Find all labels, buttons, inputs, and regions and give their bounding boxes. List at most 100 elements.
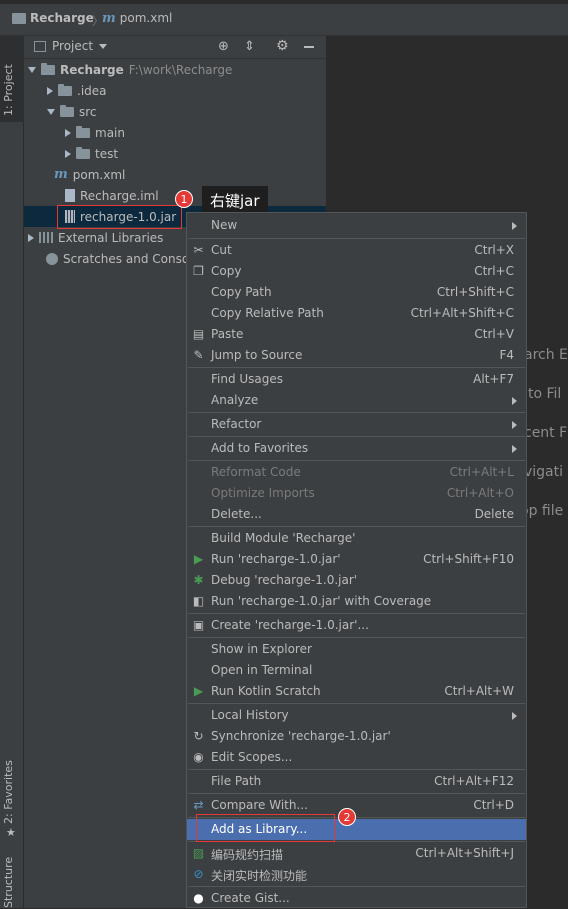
gear-icon[interactable]: ⚙	[276, 38, 289, 54]
menu-shortcut: Ctrl+Alt+L	[449, 465, 514, 479]
menu-item-file-path[interactable]: File Path Ctrl+Alt+F12	[187, 771, 526, 792]
github-icon: ●	[193, 891, 204, 905]
coverage-icon: ◧	[192, 594, 205, 608]
context-menu: New ✂ Cut Ctrl+X ❐ Copy Ctrl+C Copy Path…	[186, 212, 527, 908]
menu-item-edit-scopes[interactable]: ◉ Edit Scopes...	[187, 747, 526, 768]
tree-row-pom[interactable]: m pom.xml	[54, 164, 125, 185]
menu-item-refactor[interactable]: Refactor	[187, 414, 526, 435]
menu-label: Synchronize 'recharge-1.0.jar'	[211, 729, 391, 743]
maven-icon: m	[102, 10, 116, 26]
tree-src-label: src	[79, 104, 97, 119]
menu-separator	[188, 367, 525, 368]
menu-item-compare-with[interactable]: ⇄ Compare With... Ctrl+D	[187, 795, 526, 816]
scopes-icon: ◉	[193, 750, 204, 764]
folder-icon	[76, 125, 90, 138]
menu-label: Open in Terminal	[211, 663, 313, 677]
menu-item-create-gist[interactable]: ● Create Gist...	[187, 888, 526, 909]
menu-separator	[188, 769, 525, 770]
menu-shortcut: F4	[499, 348, 514, 362]
menu-shortcut: Ctrl+Alt+Shift+C	[410, 306, 514, 320]
compare-arrows-icon: ⇄	[193, 798, 204, 812]
structure-tool-label[interactable]: Structure	[2, 857, 15, 908]
menu-shortcut: Ctrl+C	[474, 264, 514, 278]
project-view-selector[interactable]: Project	[52, 39, 108, 53]
menu-item-run-kotlin-scratch[interactable]: ▶ Run Kotlin Scratch Ctrl+Alt+W	[187, 681, 526, 702]
menu-item-synchronize[interactable]: ↻ Synchronize 'recharge-1.0.jar'	[187, 726, 526, 747]
locate-icon[interactable]: ⊕	[218, 39, 229, 54]
tree-row-iml[interactable]: Recharge.iml	[65, 185, 159, 206]
menu-item-find-usages[interactable]: Find Usages Alt+F7	[187, 369, 526, 390]
menu-label: Debug 'recharge-1.0.jar'	[211, 573, 358, 587]
folder-icon	[58, 83, 72, 96]
tree-row-external-libraries[interactable]: External Libraries	[28, 227, 163, 248]
minimize-icon[interactable]	[304, 46, 314, 48]
menu-label: Cut	[211, 243, 232, 257]
menu-label: Refactor	[211, 417, 262, 431]
menu-item-copy-path[interactable]: Copy Path Ctrl+Shift+C	[187, 282, 526, 303]
menu-item-debug[interactable]: ✱ Debug 'recharge-1.0.jar'	[187, 570, 526, 591]
tree-row-src[interactable]: src	[47, 101, 97, 122]
scissors-icon: ✂	[193, 243, 204, 257]
tree-row-test[interactable]: test	[65, 143, 118, 164]
menu-item-create-config[interactable]: ▣ Create 'recharge-1.0.jar'...	[187, 615, 526, 636]
menu-item-copy-relative-path[interactable]: Copy Relative Path Ctrl+Alt+Shift+C	[187, 303, 526, 324]
paste-icon: ▤	[192, 327, 205, 341]
menu-item-new[interactable]: New	[187, 215, 526, 236]
editor-hint-2: to Fil	[528, 386, 562, 402]
menu-item-run-with-coverage[interactable]: ◧ Run 'recharge-1.0.jar' with Coverage	[187, 591, 526, 612]
menu-item-local-history[interactable]: Local History	[187, 705, 526, 726]
menu-label: Build Module 'Recharge'	[211, 531, 356, 545]
menu-item-open-in-terminal[interactable]: Open in Terminal	[187, 660, 526, 681]
folder-icon	[76, 146, 90, 159]
editor-hint-1: arch E	[524, 347, 568, 363]
menu-item-analyze[interactable]: Analyze	[187, 390, 526, 411]
libraries-icon	[39, 232, 53, 243]
tree-external-label: External Libraries	[58, 230, 164, 245]
menu-item-code-scan[interactable]: ▨ 编码规约扫描 Ctrl+Alt+Shift+J	[187, 843, 526, 864]
tree-row-scratches[interactable]: Scratches and Consoles	[46, 248, 206, 269]
right-click-callout: 右键jar	[202, 186, 268, 215]
menu-label: Paste	[211, 327, 244, 341]
menu-item-reformat-code: Reformat Code Ctrl+Alt+L	[187, 462, 526, 483]
collapse-all-icon[interactable]: ⇕	[244, 39, 255, 54]
config-icon: ▣	[192, 618, 205, 632]
menu-item-run[interactable]: ▶ Run 'recharge-1.0.jar' Ctrl+Shift+F10	[187, 549, 526, 570]
collapsed-arrow-icon	[47, 86, 53, 95]
sync-icon: ↻	[193, 729, 204, 743]
menu-label: Copy Path	[211, 285, 272, 299]
menu-item-build-module[interactable]: Build Module 'Recharge'	[187, 528, 526, 549]
menu-shortcut: Ctrl+Alt+F12	[434, 774, 514, 788]
menu-item-jump-to-source[interactable]: ✎ Jump to Source F4	[187, 345, 526, 366]
menu-label: Copy	[211, 264, 242, 278]
tree-row-root[interactable]: Recharge F:\work\Recharge	[28, 59, 232, 80]
menu-item-copy[interactable]: ❐ Copy Ctrl+C	[187, 261, 526, 282]
menu-item-add-to-favorites[interactable]: Add to Favorites	[187, 438, 526, 459]
prohibited-icon: ⊘	[193, 867, 204, 881]
project-view-icon	[34, 41, 46, 52]
menu-label: New	[211, 218, 238, 232]
menu-separator	[188, 793, 525, 794]
menu-label: Add to Favorites	[211, 441, 309, 455]
maven-icon: m	[54, 167, 68, 182]
menu-item-realtime-detection[interactable]: ⊘ 关闭实时检测功能	[187, 864, 526, 885]
favorites-tool-label[interactable]: 2: Favorites	[2, 760, 15, 824]
menu-separator	[188, 637, 525, 638]
collapsed-arrow-icon	[65, 149, 71, 158]
tree-row-main[interactable]: main	[65, 122, 125, 143]
menu-label: Copy Relative Path	[211, 306, 324, 320]
debug-bug-icon: ✱	[193, 573, 204, 587]
breadcrumb-project[interactable]: Recharge	[12, 10, 94, 26]
menu-item-show-in-explorer[interactable]: Show in Explorer	[187, 639, 526, 660]
breadcrumb-file[interactable]: m pom.xml	[102, 10, 172, 26]
tree-row-idea[interactable]: .idea	[47, 80, 107, 101]
menu-separator	[188, 526, 525, 527]
submenu-arrow-icon	[512, 445, 517, 453]
menu-item-delete[interactable]: Delete... Delete	[187, 504, 526, 525]
step-2-badge: 2	[338, 808, 356, 826]
menu-item-paste[interactable]: ▤ Paste Ctrl+V	[187, 324, 526, 345]
project-tool-tab[interactable]: 1: Project	[0, 36, 24, 122]
menu-label: Reformat Code	[211, 465, 301, 479]
menu-item-cut[interactable]: ✂ Cut Ctrl+X	[187, 240, 526, 261]
menu-label: Local History	[211, 708, 289, 722]
menu-shortcut: Ctrl+Alt+W	[444, 684, 514, 698]
